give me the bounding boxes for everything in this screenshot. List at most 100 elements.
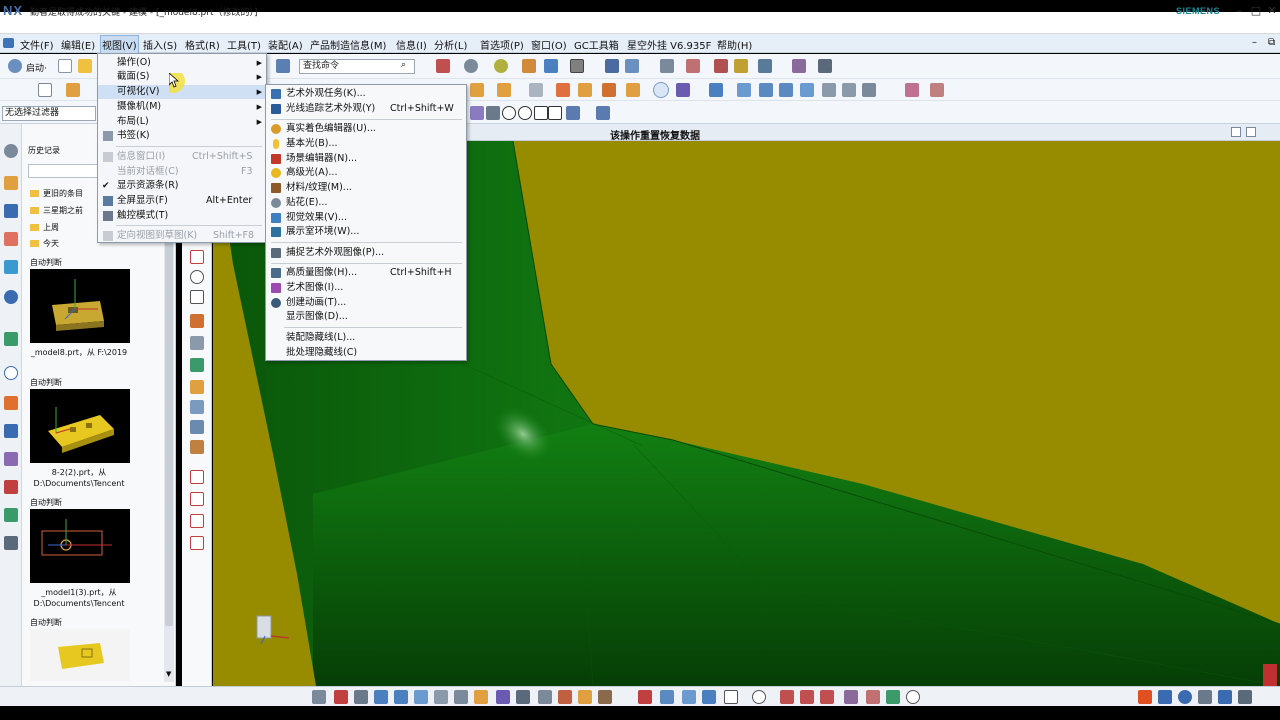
top-view-icon[interactable]	[702, 690, 716, 704]
view-orient-icon[interactable]	[544, 59, 558, 73]
vis-menu-studio-environment[interactable]: 展示室环境(W)...	[266, 225, 466, 239]
arc-tool-icon[interactable]	[190, 270, 204, 284]
move-icon[interactable]	[734, 59, 748, 73]
start-icon[interactable]	[8, 59, 22, 73]
role-icon[interactable]	[4, 480, 18, 494]
constraint-navigator-icon[interactable]	[4, 204, 18, 218]
vis-menu-scene-editor[interactable]: 场景编辑器(N)...	[266, 152, 466, 166]
vis-menu-ray-traced[interactable]: 光线追踪艺术外观(Y) Ctrl+Shift+W	[266, 102, 466, 116]
vis-menu-high-quality-image[interactable]: 高质量图像(H)... Ctrl+Shift+H	[266, 266, 466, 280]
shell-icon[interactable]	[578, 83, 592, 97]
vis-menu-display-image[interactable]: 显示图像(D)...	[266, 310, 466, 324]
offset-curve-icon[interactable]	[190, 358, 204, 372]
menu-format[interactable]: 格式(R)	[185, 37, 220, 52]
sweep-icon[interactable]	[759, 83, 773, 97]
close-button[interactable]: ✕	[1265, 4, 1279, 18]
ime-moon-icon[interactable]	[1178, 690, 1192, 704]
view-menu-touch-mode[interactable]: 触控模式(T)	[98, 209, 266, 223]
select-icon[interactable]	[38, 83, 52, 97]
iso-icon[interactable]	[682, 690, 696, 704]
extrude-icon[interactable]	[497, 83, 511, 97]
folder-older[interactable]: 更旧的条目	[30, 188, 83, 199]
clock-icon[interactable]	[653, 82, 669, 98]
circle-icon[interactable]	[906, 690, 920, 704]
view-menu-operation[interactable]: 操作(O) ▶	[98, 56, 266, 70]
vis-menu-capture-image[interactable]: 捕捉艺术外观图像(P)...	[266, 246, 466, 260]
hand-icon[interactable]	[866, 690, 880, 704]
part-icon[interactable]	[474, 690, 488, 704]
assembly-nav-icon[interactable]	[66, 83, 80, 97]
view-menu-show-resource-bar[interactable]: ✔ 显示资源条(R)	[98, 179, 266, 193]
analyze-icon[interactable]	[844, 690, 858, 704]
extract-icon[interactable]	[190, 400, 204, 414]
ime-shirt-icon[interactable]	[1218, 690, 1232, 704]
color-icon[interactable]	[905, 83, 919, 97]
hidden-line-icon[interactable]	[538, 690, 552, 704]
snap-face-icon[interactable]	[566, 106, 580, 120]
curve-tool-icon[interactable]	[190, 250, 204, 264]
shape-tool-icon[interactable]	[190, 290, 204, 304]
view-menu-layout[interactable]: 布局(L) ▶	[98, 115, 266, 129]
section-curve-icon[interactable]	[190, 440, 204, 454]
menu-assembly[interactable]: 装配(A)	[268, 37, 303, 52]
manufacturing-wizard-icon[interactable]	[4, 452, 18, 466]
part-navigator-icon[interactable]	[4, 232, 18, 246]
folder-last-week[interactable]: 上周	[30, 222, 59, 233]
snap-view-icon[interactable]	[436, 59, 450, 73]
search-icon[interactable]: ⌕	[401, 60, 406, 70]
text-curve-icon[interactable]	[190, 536, 204, 550]
intersect-curve-icon[interactable]	[190, 420, 204, 434]
viewport-maximize-icon[interactable]	[1246, 127, 1256, 137]
studio-icon[interactable]	[578, 690, 592, 704]
loft-icon[interactable]	[779, 83, 793, 97]
clip-icon[interactable]	[625, 59, 639, 73]
boss-icon[interactable]	[626, 83, 640, 97]
cube-icon[interactable]	[496, 690, 510, 704]
web-browser-icon[interactable]	[4, 332, 18, 346]
fit-icon[interactable]	[312, 690, 326, 704]
snap-end-icon[interactable]	[470, 106, 484, 120]
maximize-button[interactable]: □	[1249, 4, 1263, 18]
shaded-icon[interactable]	[558, 690, 572, 704]
history-filter-input[interactable]	[28, 164, 108, 178]
snap-bottom-icon[interactable]	[780, 690, 794, 704]
folder-three-weeks[interactable]: 三星期之前	[30, 205, 83, 216]
menu-view[interactable]: 视图(V)	[100, 35, 139, 54]
reporting-icon[interactable]	[4, 536, 18, 550]
blend-icon[interactable]	[529, 83, 543, 97]
surface-icon[interactable]	[709, 83, 723, 97]
vis-menu-basic-light[interactable]: 基本光(B)...	[266, 137, 466, 151]
menu-insert[interactable]: 插入(S)	[143, 37, 177, 52]
project-icon[interactable]	[190, 336, 204, 350]
keyboard-icon[interactable]	[1198, 690, 1212, 704]
history-thumbnail-model8[interactable]	[30, 269, 130, 343]
pan-right-icon[interactable]	[394, 690, 408, 704]
polygon-select-icon[interactable]	[752, 690, 766, 704]
sphere-icon[interactable]	[494, 59, 508, 73]
wrench-icon[interactable]	[1238, 690, 1252, 704]
leaf-icon[interactable]	[886, 690, 900, 704]
wireframe-icon[interactable]	[516, 690, 530, 704]
bridge-icon[interactable]	[190, 380, 204, 394]
ruler-icon[interactable]	[818, 59, 832, 73]
snap-line-icon[interactable]	[548, 106, 562, 120]
layout-icon[interactable]	[454, 690, 468, 704]
snap-intersect-icon[interactable]	[534, 106, 548, 120]
measure-icon[interactable]	[686, 59, 700, 73]
line-icon[interactable]	[190, 470, 204, 484]
palette-icon[interactable]	[4, 396, 18, 410]
grid-icon[interactable]	[434, 690, 448, 704]
offset-icon[interactable]	[842, 83, 856, 97]
view-menu-fullscreen[interactable]: 全屏显示(F) Alt+Enter	[98, 194, 266, 208]
measure-bottom-icon[interactable]	[820, 690, 834, 704]
view-menu-orient-to-sketch[interactable]: 定向视图到草图(K) Shift+F8	[98, 229, 266, 243]
patch-icon[interactable]	[800, 83, 814, 97]
vis-menu-material-texture[interactable]: 材料/纹理(M)...	[266, 181, 466, 195]
system-scene-icon[interactable]	[4, 508, 18, 522]
menu-tools[interactable]: 工具(T)	[227, 37, 261, 52]
point-icon[interactable]	[190, 492, 204, 506]
scroll-down-arrow-icon[interactable]: ▼	[166, 670, 171, 678]
zoom-icon[interactable]	[334, 690, 348, 704]
history-thumbnail-8-2[interactable]	[30, 389, 130, 463]
pan-left-icon[interactable]	[374, 690, 388, 704]
